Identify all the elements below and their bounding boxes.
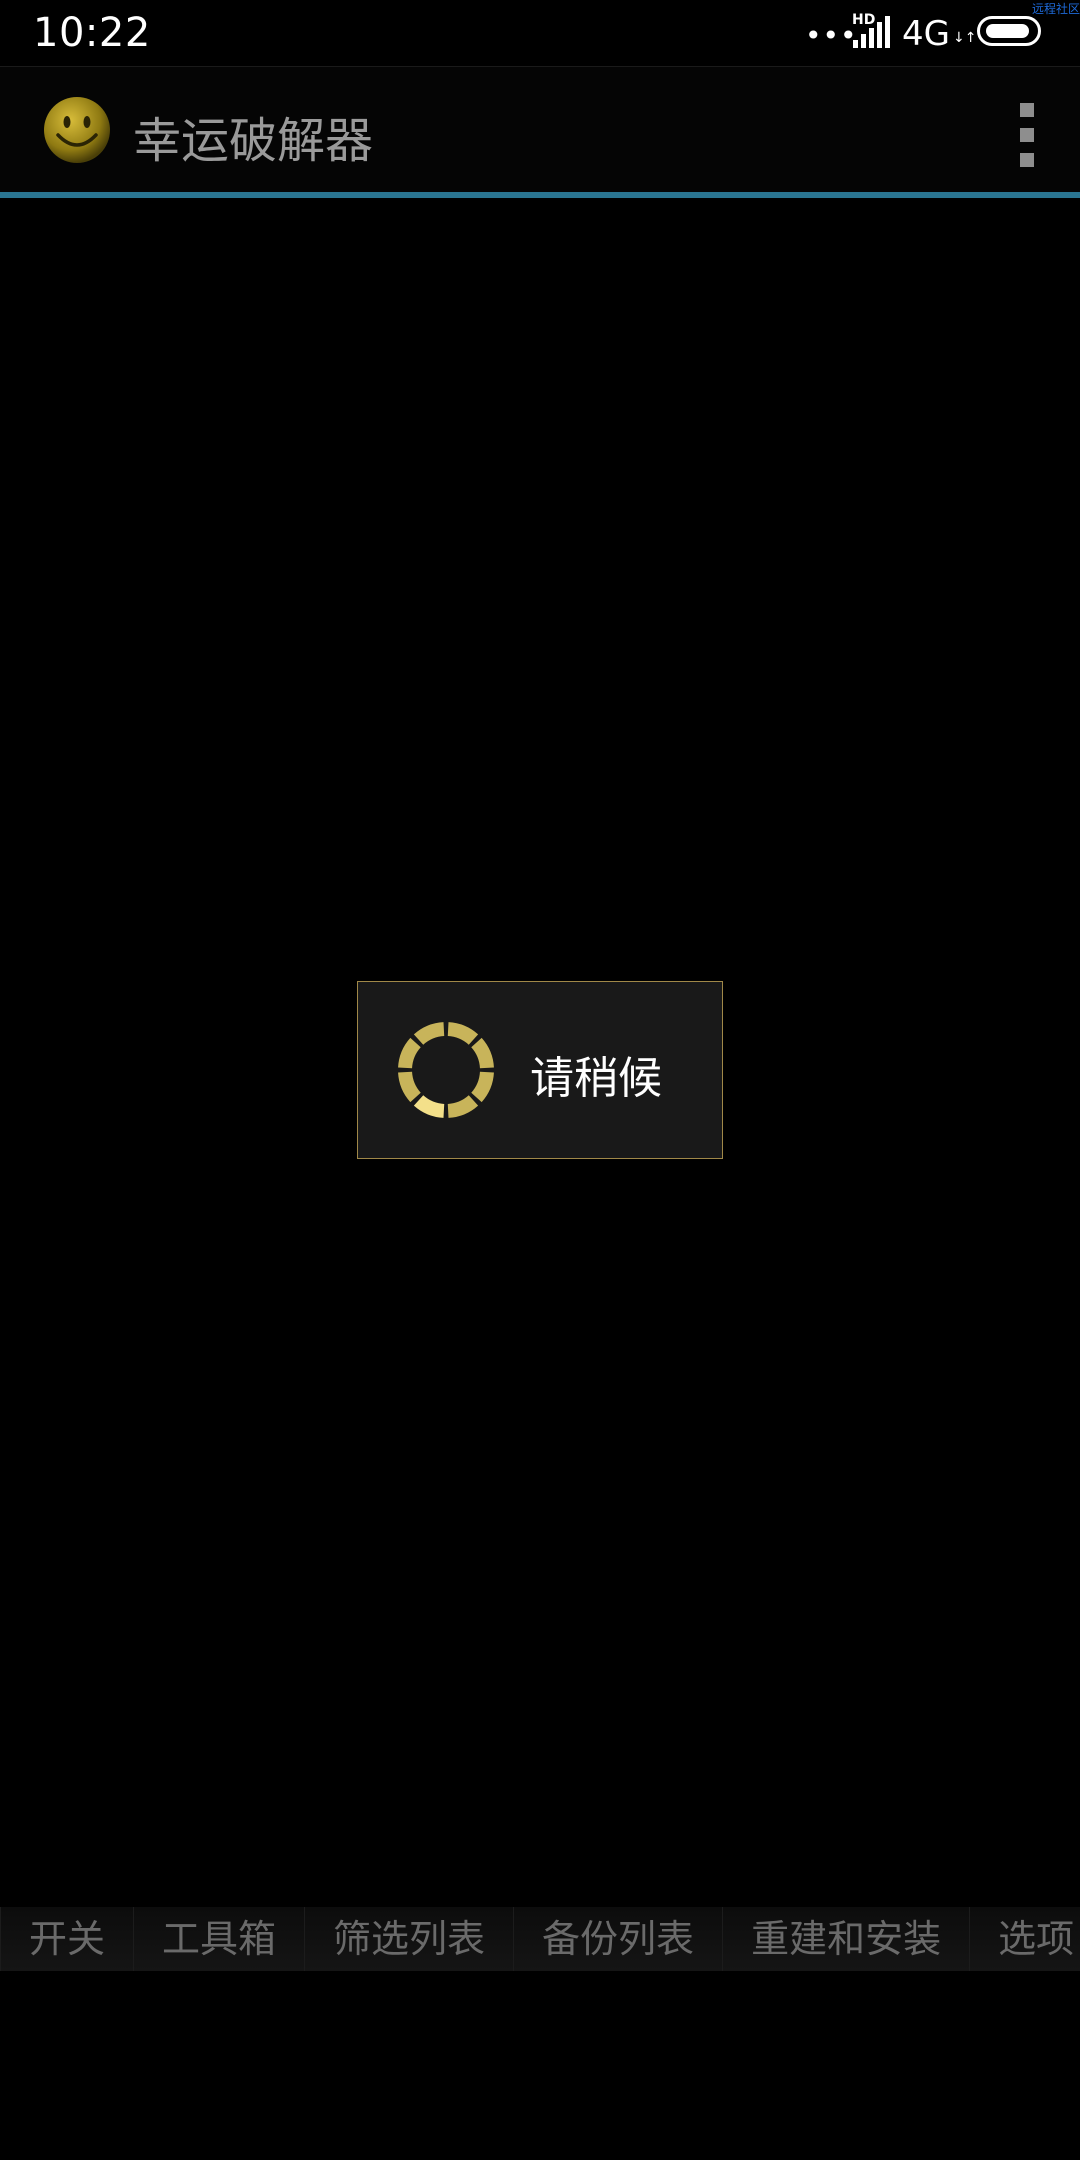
battery-fill — [986, 24, 1029, 38]
signal-bars-icon — [853, 16, 890, 48]
network-type: 4G — [902, 14, 950, 54]
spinner-segment — [413, 1022, 445, 1045]
tab-1[interactable]: 工具箱 — [133, 1907, 305, 1971]
watermark: 远程社区 — [1031, 2, 1080, 16]
overflow-dot — [1020, 153, 1034, 167]
dialog-message: 请稍候 — [530, 1053, 662, 1104]
loading-spinner-icon — [398, 1022, 494, 1118]
overflow-dot — [1020, 103, 1034, 117]
spinner-segments — [398, 1022, 494, 1118]
screen: 10:22 远程社区 ••• HD 4G ↓↑ 幸运破解器 请稍候 开关 工具箱… — [0, 0, 1080, 2160]
tab-bar: 开关 工具箱 筛选列表 备份列表 重建和安装 选项 — [0, 1907, 1080, 1971]
status-time: 10:22 — [33, 10, 151, 56]
spinner-segment — [447, 1095, 479, 1118]
spinner-segment — [471, 1037, 494, 1069]
tab-4[interactable]: 重建和安装 — [722, 1907, 970, 1971]
tab-2[interactable]: 筛选列表 — [304, 1907, 514, 1971]
data-activity-icon: ↓↑ — [953, 30, 977, 46]
app-title: 幸运破解器 — [133, 113, 374, 169]
spinner-segment — [471, 1071, 494, 1103]
spinner-segment — [398, 1037, 421, 1069]
tab-0[interactable]: 开关 — [0, 1907, 134, 1971]
action-bar: 幸运破解器 — [0, 66, 1080, 195]
notification-dots-icon: ••• — [805, 19, 858, 52]
spinner-segment — [398, 1071, 421, 1103]
tab-5[interactable]: 选项 — [969, 1907, 1080, 1971]
status-bar: 10:22 远程社区 ••• HD 4G ↓↑ — [0, 0, 1080, 66]
battery-full-icon — [977, 16, 1041, 46]
smiley-face-icon[interactable] — [42, 95, 112, 165]
overflow-menu-icon[interactable] — [1012, 103, 1042, 167]
tab-3[interactable]: 备份列表 — [513, 1907, 723, 1971]
overflow-dot — [1020, 128, 1034, 142]
spinner-segment — [413, 1095, 445, 1118]
progress-dialog: 请稍候 — [357, 981, 723, 1159]
spinner-segment — [447, 1022, 479, 1045]
action-bar-divider — [0, 192, 1080, 198]
